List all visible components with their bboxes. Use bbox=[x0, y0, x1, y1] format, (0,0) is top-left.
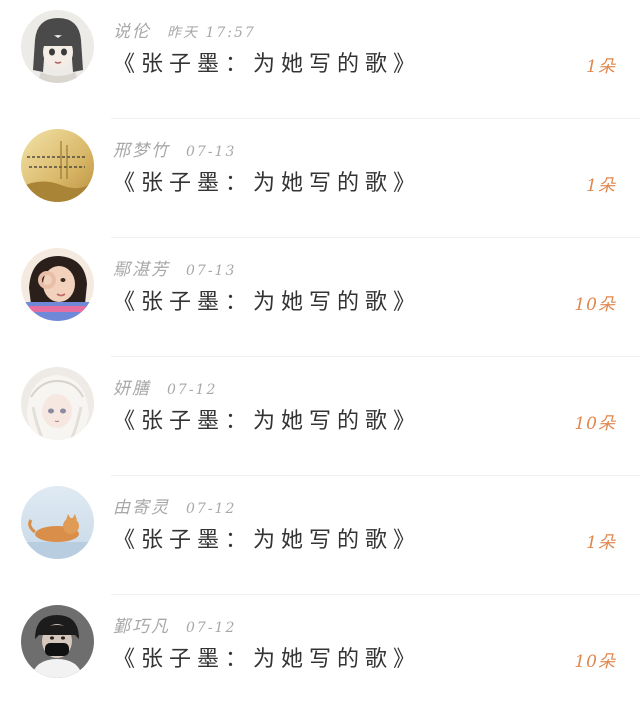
sender-name[interactable]: 邢梦竹 bbox=[113, 141, 170, 161]
flower-count: 1朵 bbox=[586, 533, 616, 553]
message-meta: 由寄灵 07-12 bbox=[113, 493, 237, 518]
message-meta: 鄞巧凡 07-12 bbox=[113, 612, 237, 637]
message-time: 07-12 bbox=[186, 620, 237, 636]
gift-message-list: 说伦 昨天 17:57 《张子墨：为她写的歌》 1朵 邢梦竹 07-13 《张子… bbox=[0, 0, 640, 700]
flower-count: 10朵 bbox=[574, 295, 616, 315]
list-item[interactable]: 由寄灵 07-12 《张子墨：为她写的歌》 1朵 bbox=[0, 476, 640, 595]
list-item[interactable]: 说伦 昨天 17:57 《张子墨：为她写的歌》 1朵 bbox=[0, 0, 640, 119]
message-meta: 妍膳 07-12 bbox=[113, 374, 218, 399]
message-time: 07-13 bbox=[186, 144, 237, 160]
flower-count: 1朵 bbox=[586, 57, 616, 77]
message-title[interactable]: 《张子墨：为她写的歌》 bbox=[113, 284, 421, 316]
anime-girl-sketch-avatar[interactable] bbox=[21, 10, 94, 83]
message-title[interactable]: 《张子墨：为她写的歌》 bbox=[113, 46, 421, 78]
flower-count: 10朵 bbox=[574, 414, 616, 434]
message-time: 07-12 bbox=[186, 501, 237, 517]
anime-white-hair-avatar[interactable] bbox=[21, 367, 94, 440]
sender-name[interactable]: 妍膳 bbox=[113, 379, 151, 399]
list-item[interactable]: 鄢湛芳 07-13 《张子墨：为她写的歌》 10朵 bbox=[0, 238, 640, 357]
list-item[interactable]: 邢梦竹 07-13 《张子墨：为她写的歌》 1朵 bbox=[0, 119, 640, 238]
golden-field-quote-avatar[interactable] bbox=[21, 129, 94, 202]
list-item[interactable]: 妍膳 07-12 《张子墨：为她写的歌》 10朵 bbox=[0, 357, 640, 476]
flower-count: 10朵 bbox=[574, 652, 616, 672]
sender-name[interactable]: 鄞巧凡 bbox=[113, 617, 170, 637]
girl-ok-hand-avatar[interactable] bbox=[21, 248, 94, 321]
masked-boy-avatar[interactable] bbox=[21, 605, 94, 678]
cat-avatar[interactable] bbox=[21, 486, 94, 559]
message-meta: 鄢湛芳 07-13 bbox=[113, 255, 237, 280]
list-item[interactable]: 鄞巧凡 07-12 《张子墨：为她写的歌》 10朵 bbox=[0, 595, 640, 714]
sender-name[interactable]: 鄢湛芳 bbox=[113, 260, 170, 280]
message-title[interactable]: 《张子墨：为她写的歌》 bbox=[113, 403, 421, 435]
message-time: 07-13 bbox=[186, 263, 237, 279]
message-title[interactable]: 《张子墨：为她写的歌》 bbox=[113, 165, 421, 197]
sender-name[interactable]: 由寄灵 bbox=[113, 498, 170, 518]
message-meta: 邢梦竹 07-13 bbox=[113, 136, 237, 161]
message-title[interactable]: 《张子墨：为她写的歌》 bbox=[113, 641, 421, 673]
message-title[interactable]: 《张子墨：为她写的歌》 bbox=[113, 522, 421, 554]
sender-name[interactable]: 说伦 bbox=[113, 22, 151, 42]
message-meta: 说伦 昨天 17:57 bbox=[113, 17, 256, 42]
message-time: 07-12 bbox=[167, 382, 218, 398]
flower-count: 1朵 bbox=[586, 176, 616, 196]
message-time: 昨天 17:57 bbox=[167, 25, 256, 41]
